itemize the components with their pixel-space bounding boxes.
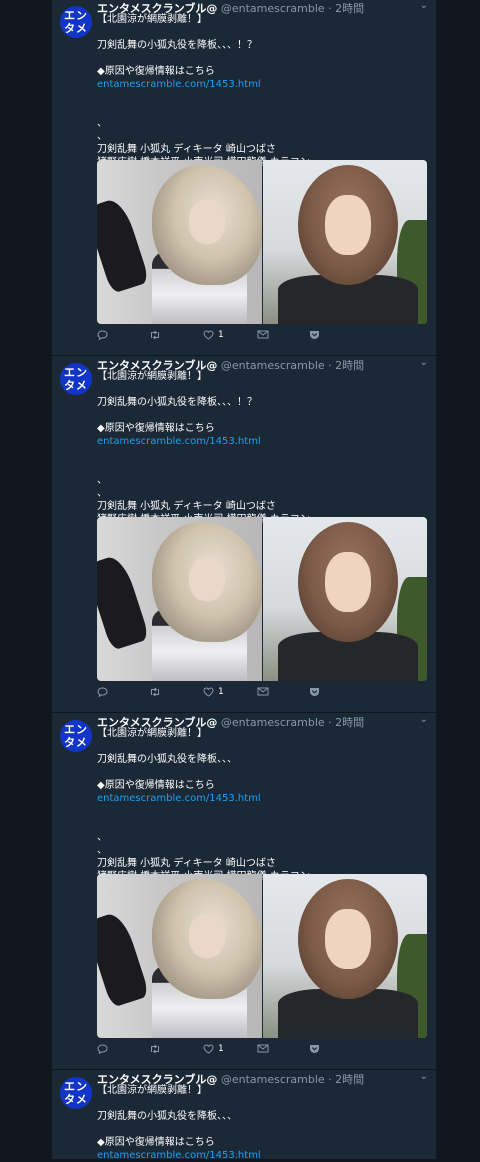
retweet-icon[interactable] [149, 1044, 161, 1054]
heart-icon[interactable]: 1 [203, 1044, 224, 1054]
like-count: 1 [218, 1044, 224, 1054]
text-line: 刀剣乱舞の小狐丸役を降板、、、！？ [97, 397, 257, 408]
text-line: ◆原因や復帰情報はこちら [97, 1137, 215, 1148]
text-line: 【北園涼が網膜剥離！】 [97, 1085, 207, 1096]
media-photo[interactable] [97, 160, 262, 324]
like-count: 1 [218, 330, 224, 340]
avatar-text: エン [64, 1080, 88, 1093]
tweet-link[interactable]: entamescramble.com/1453.html [97, 436, 261, 447]
media-photo[interactable] [262, 517, 427, 681]
media-photo[interactable] [97, 874, 262, 1038]
retweet-icon[interactable] [149, 687, 161, 697]
pocket-icon[interactable] [309, 687, 320, 697]
chevron-down-icon[interactable]: ⌄ [420, 0, 428, 11]
text-line: ◆原因や復帰情報はこちら [97, 780, 215, 791]
tweet-link[interactable]: entamescramble.com/1453.html [97, 793, 261, 804]
tweet[interactable]: エン タメ エンタメスクランブル@ @entamescramble · 2時間 … [52, 357, 436, 713]
chevron-down-icon[interactable]: ⌄ [420, 357, 428, 368]
avatar-text: エン [64, 9, 88, 22]
avatar-text: エン [64, 366, 88, 379]
envelope-icon[interactable] [257, 687, 269, 696]
text-line: 【北園涼が網膜剥離！】 [97, 728, 207, 739]
text-line: 、 、 [97, 475, 107, 499]
tweet-media[interactable] [97, 874, 427, 1038]
text-line: 、 、 [97, 118, 107, 142]
tweet-link[interactable]: entamescramble.com/1453.html [97, 79, 261, 90]
tweet-link[interactable]: entamescramble.com/1453.html [97, 1150, 261, 1161]
text-line: 刀剣乱舞 小狐丸 ディキータ 崎山つばさ [97, 501, 276, 512]
heart-icon[interactable]: 1 [203, 330, 224, 340]
avatar-text: タメ [64, 22, 88, 35]
reply-icon[interactable] [97, 1044, 108, 1054]
like-count: 1 [218, 687, 224, 697]
pocket-icon[interactable] [309, 330, 320, 340]
avatar[interactable]: エン タメ [60, 363, 92, 395]
text-line: 【北園涼が網膜剥離！】 [97, 371, 207, 382]
pocket-icon[interactable] [309, 1044, 320, 1054]
tweet[interactable]: エン タメ エンタメスクランブル@ @entamescramble · 2時間 … [52, 1071, 436, 1162]
avatar-text: タメ [64, 736, 88, 749]
text-line: 刀剣乱舞の小狐丸役を降板、、、 [97, 754, 237, 765]
tweet-text: 【北園涼が網膜剥離！】 刀剣乱舞の小狐丸役を降板、、、！？ ◆原因や復帰情報はこ… [97, 370, 427, 526]
tweet-actions: 1 [97, 330, 337, 344]
avatar[interactable]: エン タメ [60, 1077, 92, 1109]
retweet-icon[interactable] [149, 330, 161, 340]
envelope-icon[interactable] [257, 1044, 269, 1053]
tweet-media[interactable] [97, 517, 427, 681]
chevron-down-icon[interactable]: ⌄ [420, 714, 428, 725]
chevron-down-icon[interactable]: ⌄ [420, 1071, 428, 1082]
text-line: 、 、 [97, 832, 107, 856]
text-line: 刀剣乱舞の小狐丸役を降板、、、 [97, 1111, 237, 1122]
text-line: 【北園涼が網膜剥離！】 [97, 14, 207, 25]
avatar[interactable]: エン タメ [60, 720, 92, 752]
tweet[interactable]: エン タメ エンタメスクランブル@ @entamescramble · 2時間 … [52, 714, 436, 1070]
media-photo[interactable] [262, 874, 427, 1038]
tweet-text: 【北園涼が網膜剥離！】 刀剣乱舞の小狐丸役を降板、、、 ◆原因や復帰情報はこちら… [97, 1084, 427, 1162]
reply-icon[interactable] [97, 330, 108, 340]
avatar-text: エン [64, 723, 88, 736]
avatar-text: タメ [64, 1093, 88, 1106]
avatar-text: タメ [64, 379, 88, 392]
tweet-actions: 1 [97, 1044, 337, 1058]
reply-icon[interactable] [97, 687, 108, 697]
text-line: 刀剣乱舞 小狐丸 ディキータ 崎山つばさ [97, 858, 276, 869]
tweet-actions: 1 [97, 687, 337, 701]
text-line: 刀剣乱舞の小狐丸役を降板、、、！？ [97, 40, 257, 51]
media-photo[interactable] [262, 160, 427, 324]
envelope-icon[interactable] [257, 330, 269, 339]
tweet-text: 【北園涼が網膜剥離！】 刀剣乱舞の小狐丸役を降板、、、！？ ◆原因や復帰情報はこ… [97, 13, 427, 169]
text-line: 刀剣乱舞 小狐丸 ディキータ 崎山つばさ [97, 144, 276, 155]
heart-icon[interactable]: 1 [203, 687, 224, 697]
tweet-media[interactable] [97, 160, 427, 324]
tweet[interactable]: エン タメ エンタメスクランブル@ @entamescramble · 2時間 … [52, 0, 436, 356]
text-line: ◆原因や復帰情報はこちら [97, 66, 215, 77]
avatar[interactable]: エン タメ [60, 6, 92, 38]
media-photo[interactable] [97, 517, 262, 681]
tweet-text: 【北園涼が網膜剥離！】 刀剣乱舞の小狐丸役を降板、、、 ◆原因や復帰情報はこちら… [97, 727, 427, 883]
text-line: ◆原因や復帰情報はこちら [97, 423, 215, 434]
